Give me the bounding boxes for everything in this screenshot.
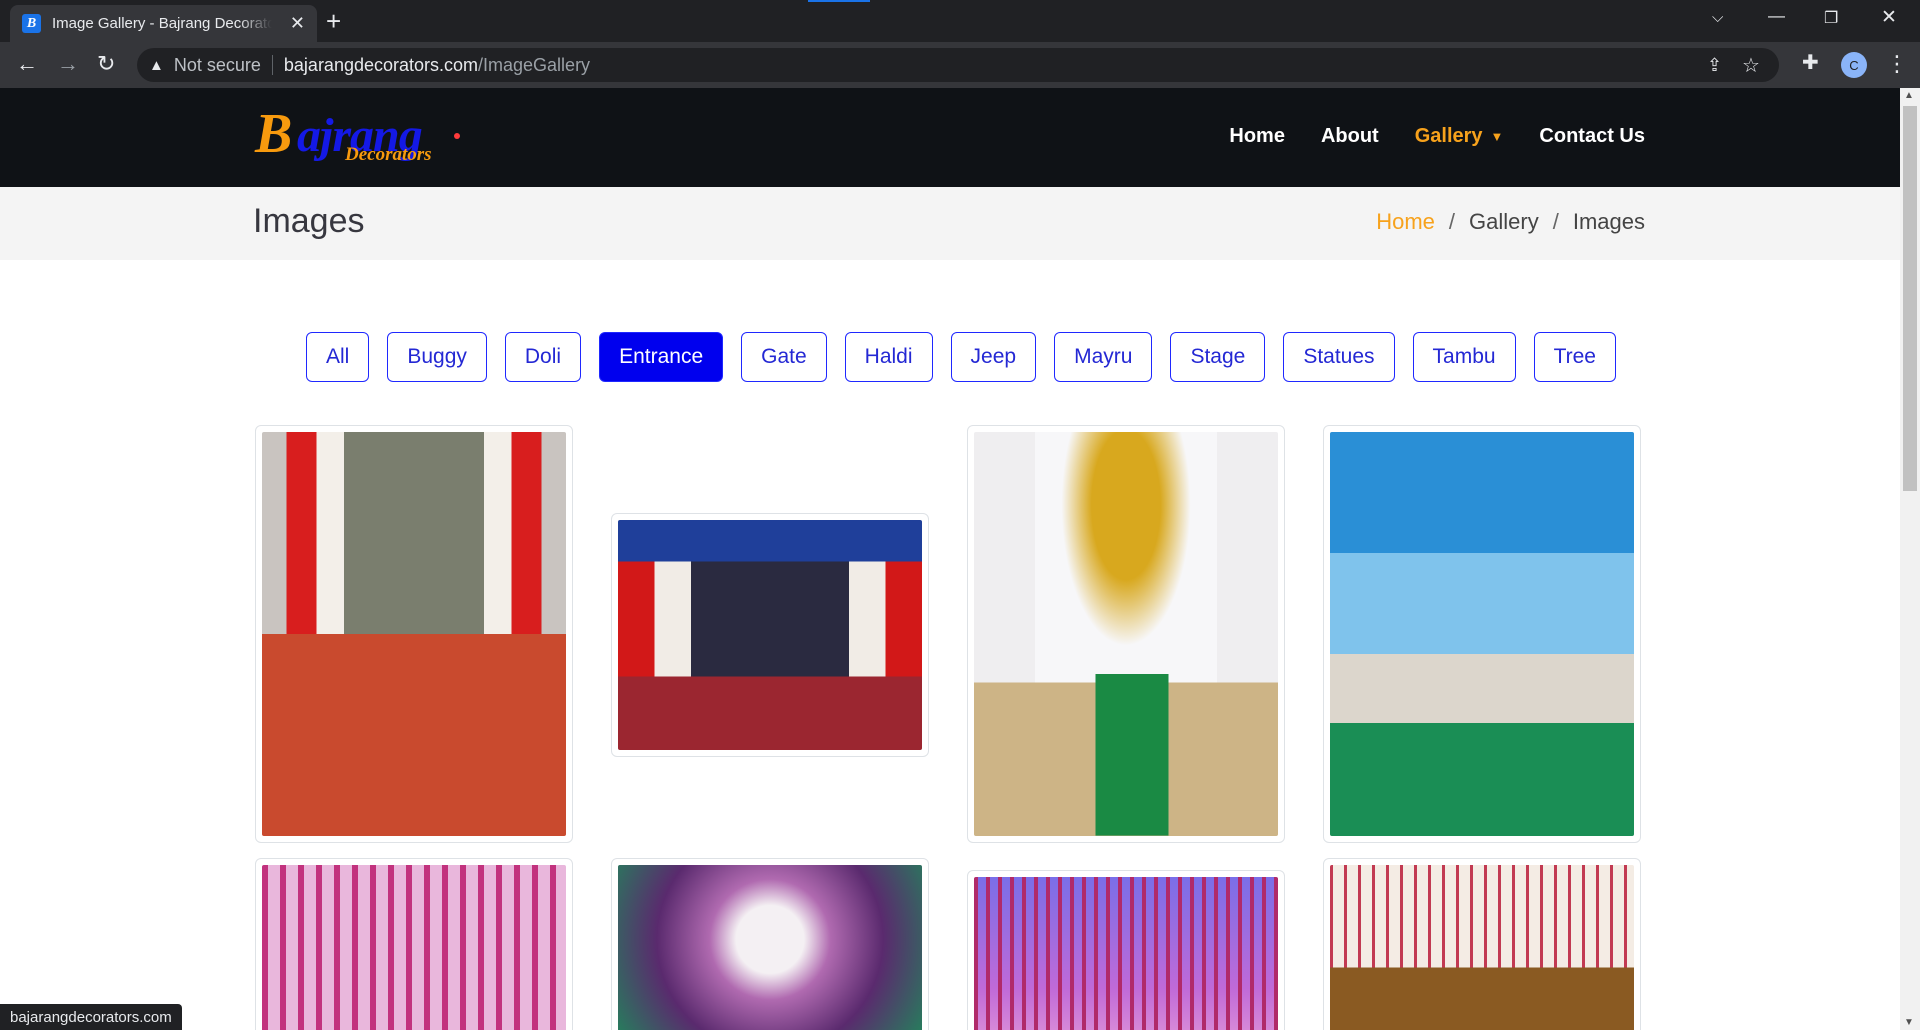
gallery-photo[interactable]: [262, 865, 566, 1030]
gallery-image-card[interactable]: [611, 858, 929, 1030]
gallery-photo[interactable]: [618, 865, 922, 1030]
filter-gate[interactable]: Gate: [741, 332, 827, 382]
filter-entrance[interactable]: Entrance: [599, 332, 724, 382]
bookmark-star-icon[interactable]: ☆: [1742, 53, 1760, 78]
filter-all[interactable]: All: [306, 332, 370, 382]
url-path[interactable]: /ImageGallery: [478, 55, 590, 76]
filter-doli[interactable]: Doli: [504, 332, 582, 382]
close-tab-icon[interactable]: ✕: [290, 13, 305, 34]
main-nav: Home About Gallery ▼ Contact Us: [1193, 125, 1645, 148]
filter-jeep[interactable]: Jeep: [950, 332, 1037, 382]
gallery-image-card[interactable]: [255, 425, 573, 843]
not-secure-label[interactable]: Not secure: [174, 55, 261, 76]
filter-statues[interactable]: Statues: [1283, 332, 1395, 382]
url-host[interactable]: bajarangdecorators.com: [284, 55, 478, 76]
filter-buggy[interactable]: Buggy: [387, 332, 487, 382]
close-window-icon[interactable]: ✕: [1881, 6, 1897, 29]
breadcrumb-separator: /: [1448, 209, 1456, 234]
gallery-photo[interactable]: [1330, 865, 1634, 1030]
gallery-image-card[interactable]: [1323, 858, 1641, 1030]
gallery-image-card[interactable]: [611, 513, 929, 757]
page-scrollbar[interactable]: ▲ ▼: [1900, 88, 1920, 1030]
gallery-image-card[interactable]: [1323, 425, 1641, 843]
breadcrumb-home[interactable]: Home: [1376, 209, 1435, 235]
scroll-up-icon[interactable]: ▲: [1904, 90, 1914, 101]
nav-about[interactable]: About: [1321, 125, 1379, 148]
new-tab-icon[interactable]: +: [326, 7, 341, 35]
gallery-filter-bar: All Buggy Doli Entrance Gate Haldi Jeep …: [306, 332, 1616, 382]
page-viewport: B ajrang Decorators Home About Gallery ▼…: [0, 88, 1900, 1030]
gallery-photo[interactable]: [974, 877, 1278, 1030]
chevron-down-icon: ▼: [1490, 129, 1504, 144]
page-title-bar: Images Home / Gallery / Images: [0, 187, 1900, 260]
logo-letter: B: [255, 103, 293, 165]
divider: [271, 55, 273, 75]
address-bar[interactable]: ▲ Not secure bajarangdecorators.com /Ima…: [137, 48, 1779, 82]
breadcrumb-gallery[interactable]: Gallery: [1469, 209, 1539, 235]
site-header: B ajrang Decorators Home About Gallery ▼…: [0, 88, 1900, 187]
filter-tambu[interactable]: Tambu: [1412, 332, 1516, 382]
forward-icon[interactable]: →: [57, 51, 79, 77]
filter-stage[interactable]: Stage: [1170, 332, 1266, 382]
breadcrumb-current: Images: [1572, 209, 1645, 234]
link-status-bar: bajarangdecorators.com: [0, 1004, 182, 1030]
page-title: Images: [253, 202, 365, 240]
logo-subtitle: Decorators: [345, 144, 432, 165]
restore-icon[interactable]: ❐: [1824, 8, 1838, 28]
filter-mayru[interactable]: Mayru: [1054, 332, 1153, 382]
filter-tree[interactable]: Tree: [1533, 332, 1616, 382]
gallery-photo[interactable]: [618, 520, 922, 750]
extensions-puzzle-icon[interactable]: ✚: [1802, 50, 1819, 75]
browser-tab-bar: B Image Gallery - Bajrang Decorators ✕ +…: [0, 0, 1920, 42]
minimize-icon[interactable]: —: [1768, 6, 1785, 26]
profile-avatar[interactable]: C: [1841, 52, 1867, 78]
warning-icon[interactable]: ▲: [149, 57, 164, 74]
gallery-image-card[interactable]: [255, 858, 573, 1030]
browser-toolbar: ← → ↻ ▲ Not secure bajarangdecorators.co…: [0, 42, 1920, 88]
tab-title: Image Gallery - Bajrang Decorators: [52, 15, 272, 32]
nav-gallery-label: Gallery: [1414, 125, 1483, 147]
breadcrumb: Home / Gallery / Images: [1376, 209, 1645, 235]
scrollbar-thumb[interactable]: [1903, 106, 1917, 491]
share-icon[interactable]: ⇪: [1707, 55, 1722, 76]
gallery-image-card[interactable]: [967, 870, 1285, 1030]
gallery-photo[interactable]: [974, 432, 1278, 836]
breadcrumb-separator: /: [1552, 209, 1559, 234]
nav-gallery[interactable]: Gallery ▼: [1415, 125, 1504, 148]
tab-indicator: [808, 0, 870, 2]
filter-haldi[interactable]: Haldi: [844, 332, 933, 382]
browser-menu-icon[interactable]: ⋮: [1886, 51, 1908, 77]
reload-icon[interactable]: ↻: [97, 51, 115, 77]
scroll-down-icon[interactable]: ▼: [1904, 1017, 1914, 1028]
gallery-photo[interactable]: [1330, 432, 1634, 836]
tab-search-icon[interactable]: ⌵: [1712, 9, 1723, 26]
browser-tab[interactable]: B Image Gallery - Bajrang Decorators ✕: [10, 5, 317, 42]
logo-dot: [454, 133, 460, 139]
site-favicon-icon: B: [22, 14, 41, 33]
nav-contact[interactable]: Contact Us: [1539, 125, 1645, 148]
back-icon[interactable]: ←: [16, 51, 38, 77]
gallery-photo[interactable]: [262, 432, 566, 836]
site-logo[interactable]: B ajrang Decorators: [255, 104, 465, 170]
gallery-image-card[interactable]: [967, 425, 1285, 843]
nav-home[interactable]: Home: [1229, 125, 1285, 148]
